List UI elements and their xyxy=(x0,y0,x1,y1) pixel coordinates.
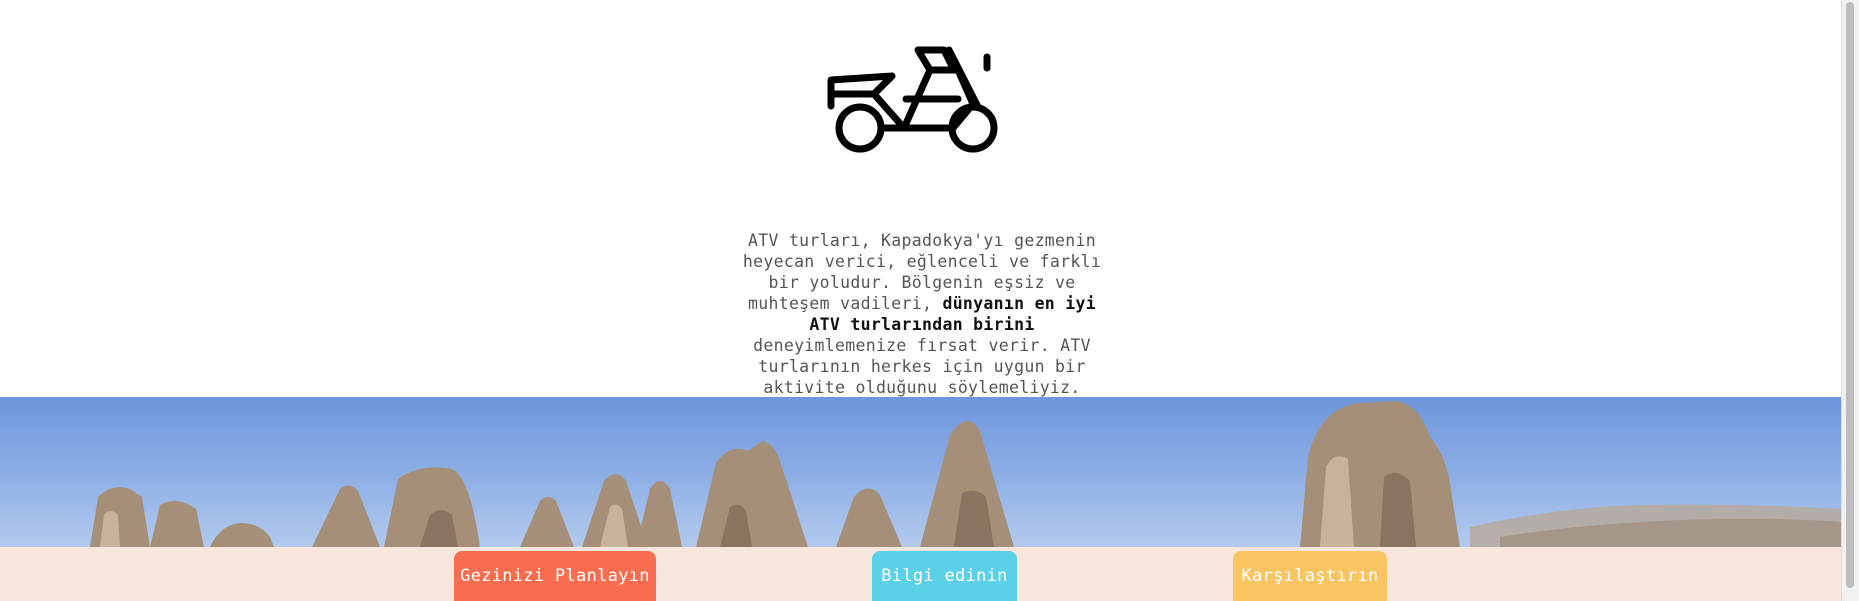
atv-icon xyxy=(827,46,998,153)
compare-button[interactable]: Karşılaştırın xyxy=(1233,551,1387,601)
intro-text: ATV turları, Kapadokya'yı gezmenin heyec… xyxy=(728,230,1116,398)
learn-more-button[interactable]: Bilgi edinin xyxy=(872,551,1017,601)
vertical-scrollbar[interactable] xyxy=(1841,0,1859,601)
cta-bar: Gezinizi Planlayın Bilgi edinin Karşılaş… xyxy=(0,547,1841,601)
hero-image xyxy=(0,397,1841,547)
scrollbar-thumb[interactable] xyxy=(1846,2,1854,588)
intro-text-end: deneyimlemenize fırsat verir. ATV turlar… xyxy=(753,335,1091,397)
plan-trip-button[interactable]: Gezinizi Planlayın xyxy=(454,551,656,601)
page: ATV turları, Kapadokya'yı gezmenin heyec… xyxy=(0,0,1841,601)
fairy-chimneys-illustration xyxy=(90,401,1841,547)
